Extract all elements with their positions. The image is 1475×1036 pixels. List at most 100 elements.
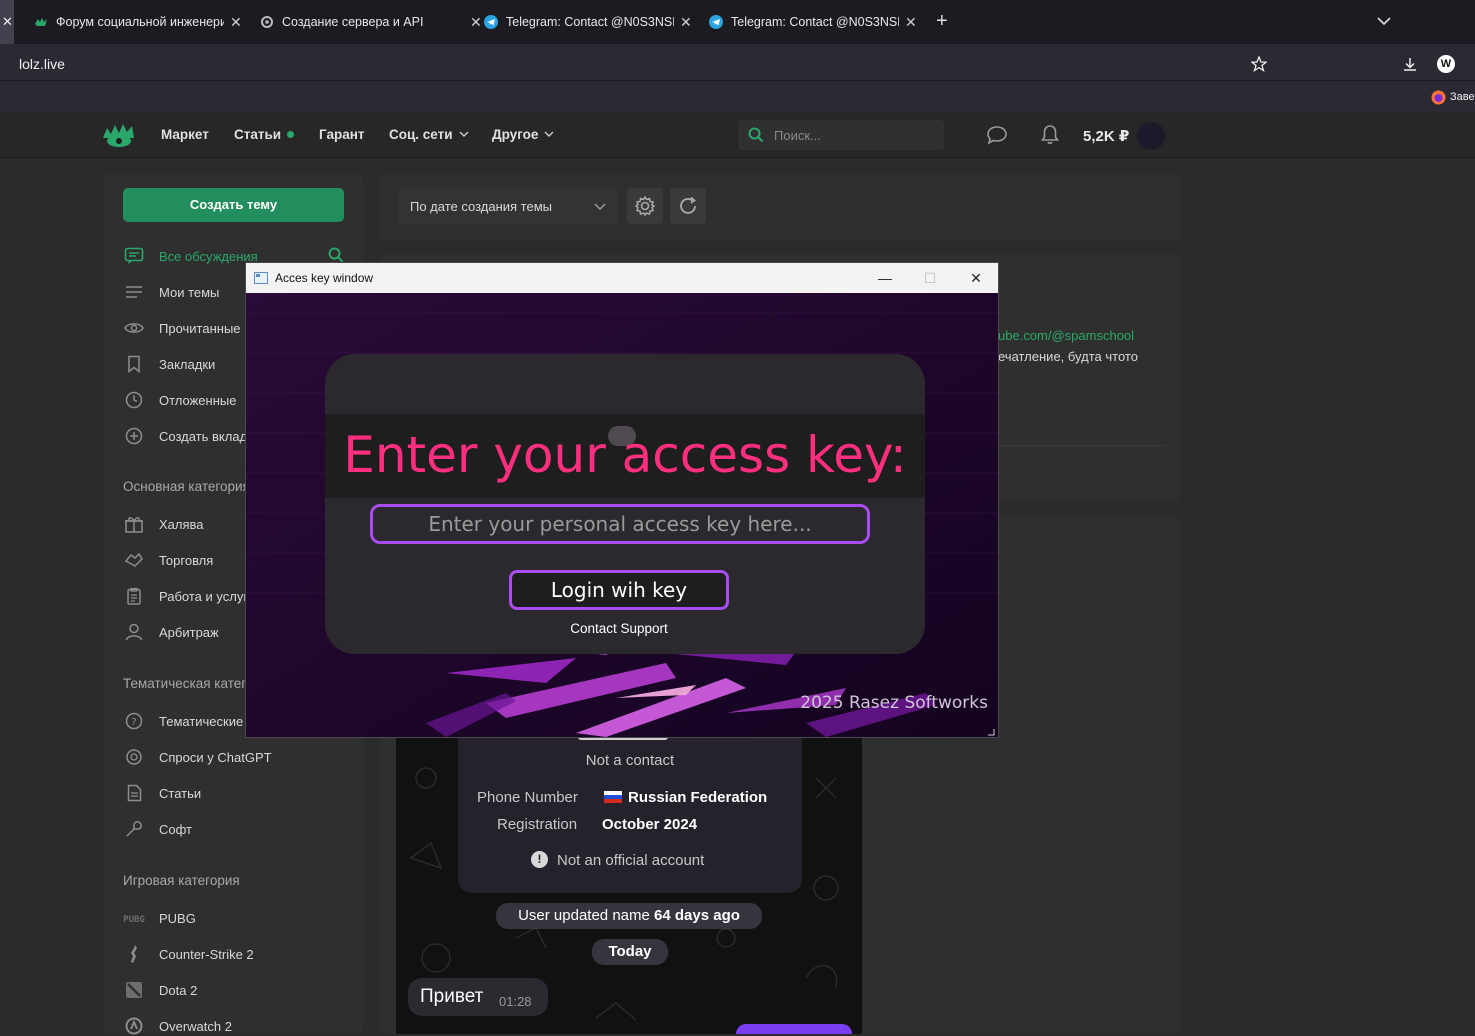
not-contact-text: Not a contact xyxy=(585,752,675,769)
tab-title: Telegram: Contact @N0S3NSE xyxy=(506,15,674,29)
close-icon[interactable]: ✕ xyxy=(470,14,482,31)
tab-close-edge[interactable]: ✕ xyxy=(0,0,14,44)
nav-articles[interactable]: Статьи xyxy=(234,127,295,142)
sidebar-item-all-discussions[interactable]: Все обсуждения xyxy=(123,246,258,266)
document-icon xyxy=(123,783,145,803)
sidebar-item-thematic[interactable]: ? Тематические xyxy=(123,711,243,731)
tab-server-api[interactable]: Создание сервера и API ✕ xyxy=(260,4,482,40)
svg-text:?: ? xyxy=(131,717,136,728)
bell-icon[interactable] xyxy=(1040,124,1060,146)
updated-name-pill: User updated name 64 days ago xyxy=(496,903,762,929)
window-titlebar[interactable]: Acces key window — ☐ ✕ xyxy=(246,263,998,293)
search-icon[interactable] xyxy=(328,247,344,263)
url-text[interactable]: lolz.live xyxy=(19,56,65,72)
sidebar-item-chatgpt[interactable]: Спроси у ChatGPT xyxy=(123,747,272,767)
updated-prefix: User updated name xyxy=(518,907,650,924)
create-topic-button[interactable]: Создать тему xyxy=(123,188,344,222)
purple-button-fragment xyxy=(736,1024,852,1034)
chevron-down-icon xyxy=(459,131,469,137)
bookmark-label[interactable]: Заве xyxy=(1450,91,1475,103)
tab-telegram-1[interactable]: Telegram: Contact @N0S3NSE ✕ xyxy=(484,4,692,40)
sidebar-item-pubg[interactable]: PUBG PUBG xyxy=(123,908,196,928)
sidebar-item-read[interactable]: Прочитанные xyxy=(123,318,241,338)
russia-flag-icon xyxy=(604,791,622,803)
balance[interactable]: 5,2K ₽ xyxy=(1083,127,1129,145)
sidebar-item-articles[interactable]: Статьи xyxy=(123,783,201,803)
user-avatar[interactable] xyxy=(1137,122,1165,150)
sort-select[interactable]: По дате создания темы xyxy=(398,188,618,224)
profile-avatar[interactable]: W xyxy=(1437,55,1455,73)
sidebar-item-postponed[interactable]: Отложенные xyxy=(123,390,236,410)
sidebar-item-software[interactable]: Софт xyxy=(123,819,192,839)
nav-social[interactable]: Соц. сети xyxy=(389,127,469,142)
access-key-input[interactable]: Enter your personal access key here... xyxy=(370,504,870,544)
refresh-icon xyxy=(680,196,697,214)
registration-value: October 2024 xyxy=(602,816,698,833)
minimize-icon[interactable]: — xyxy=(876,269,894,287)
resize-grip-icon[interactable] xyxy=(987,728,995,736)
sidebar-item-overwatch2[interactable]: Overwatch 2 xyxy=(123,1016,232,1036)
tab-forum[interactable]: Форум социальной инженерии ✕ xyxy=(34,4,242,40)
close-icon[interactable]: ✕ xyxy=(905,14,917,31)
telegram-favicon-icon xyxy=(484,15,498,29)
close-icon[interactable]: ✕ xyxy=(680,14,692,31)
tab-title: Telegram: Contact @N0S3NSE xyxy=(731,15,899,29)
sidebar-item-freebies[interactable]: Халява xyxy=(123,514,204,534)
phone-value: Russian Federation xyxy=(628,789,768,806)
star-bookmark-icon[interactable] xyxy=(1251,56,1267,72)
url-bar[interactable]: lolz.live xyxy=(0,48,1275,80)
contact-info-card: Not a contact Phone Number Russian Feder… xyxy=(458,738,802,893)
access-key-window: Acces key window — ☐ ✕ Enter your access… xyxy=(245,262,999,738)
sidebar-item-label: Торговля xyxy=(159,552,214,568)
search-placeholder: Поиск... xyxy=(774,128,821,143)
dota-icon xyxy=(123,980,145,1000)
sidebar-item-label: Отложенные xyxy=(159,392,237,408)
sidebar-item-label: Работа и услуги xyxy=(159,588,256,604)
sidebar-item-arbitrage[interactable]: Арбитраж xyxy=(123,622,219,642)
settings-button[interactable] xyxy=(627,188,663,224)
official-text: Not an official account xyxy=(557,852,705,869)
nav-guarantor[interactable]: Гарант xyxy=(319,127,365,142)
counter-strike-icon xyxy=(123,944,145,964)
nav-social-label: Соц. сети xyxy=(389,127,453,142)
svg-text:PUBG: PUBG xyxy=(123,915,145,924)
nav-articles-label: Статьи xyxy=(234,127,282,142)
close-icon[interactable]: ✕ xyxy=(967,269,985,287)
new-dot-icon xyxy=(287,131,295,138)
bookmark-icon xyxy=(123,354,145,374)
bookmarks-bar: Заве xyxy=(0,80,1475,112)
nav-other[interactable]: Другое xyxy=(492,127,554,142)
post-link[interactable]: ube.com/@spamschool xyxy=(998,328,1134,343)
registration-label: Registration xyxy=(497,816,578,833)
clipboard-icon xyxy=(123,586,145,606)
sidebar-item-dota2[interactable]: Dota 2 xyxy=(123,980,197,1000)
sidebar-item-create-tab[interactable]: Создать вклад xyxy=(123,426,247,446)
question-circle-icon: ? xyxy=(123,711,145,731)
new-tab-plus-icon[interactable]: + xyxy=(936,10,948,33)
sidebar-item-cs2[interactable]: Counter-Strike 2 xyxy=(123,944,254,964)
sidebar-item-bookmarks[interactable]: Закладки xyxy=(123,354,215,374)
maximize-icon[interactable]: ☐ xyxy=(921,269,939,287)
section-heading-games: Игровая категория xyxy=(123,873,240,888)
message-bubble: Привет 01:28 xyxy=(408,978,548,1016)
chat-bubble-icon[interactable] xyxy=(986,125,1008,145)
sidebar-item-my-topics[interactable]: Мои темы xyxy=(123,282,219,302)
lolz-logo-icon[interactable] xyxy=(101,120,137,150)
refresh-button[interactable] xyxy=(670,188,706,224)
handshake-icon xyxy=(123,550,145,570)
sidebar-item-trade[interactable]: Торговля xyxy=(123,550,213,570)
sidebar-item-work[interactable]: Работа и услуги xyxy=(123,586,255,606)
message-time: 01:28 xyxy=(499,994,532,1009)
search-input[interactable]: Поиск... xyxy=(738,120,944,150)
login-button[interactable]: Login wih key xyxy=(509,570,729,610)
chevron-down-icon[interactable] xyxy=(1377,16,1391,26)
username-fragment xyxy=(578,738,668,740)
sidebar-item-label: Спроси у ChatGPT xyxy=(159,749,272,765)
contact-support-link[interactable]: Contact Support xyxy=(325,621,913,636)
close-icon[interactable]: ✕ xyxy=(230,14,242,31)
nav-market[interactable]: Маркет xyxy=(161,127,209,142)
download-icon[interactable] xyxy=(1402,56,1418,72)
tab-telegram-2[interactable]: Telegram: Contact @N0S3NSE ✕ xyxy=(709,4,917,40)
pubg-icon: PUBG xyxy=(123,908,145,928)
overwatch-icon xyxy=(123,1016,145,1036)
